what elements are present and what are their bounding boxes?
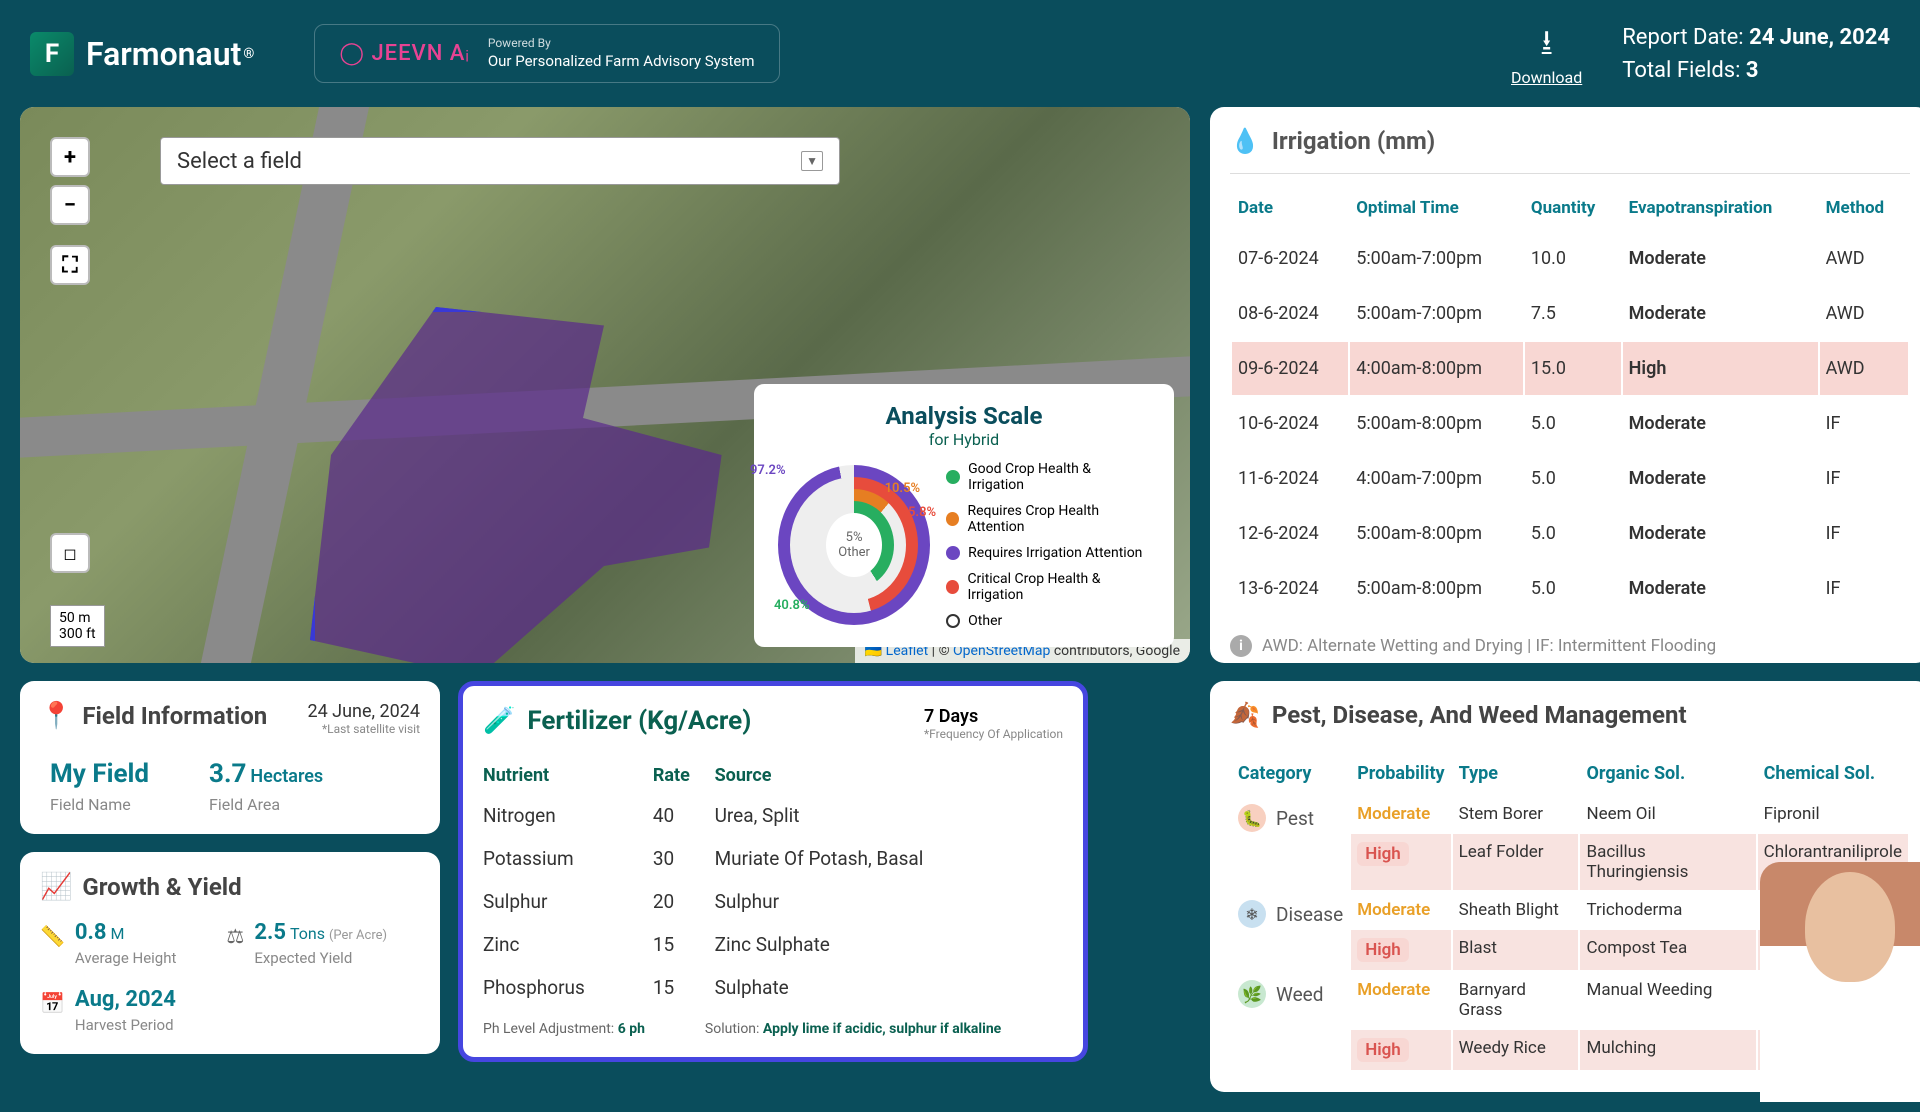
legend-item: Good Crop Health & Irrigation <box>946 461 1150 493</box>
table-row: 13-6-20245:00am-8:00pm5.0ModerateIF <box>1232 562 1908 615</box>
measure-button[interactable]: ◻ <box>50 533 90 573</box>
legend-title: Analysis Scale <box>778 402 1150 430</box>
table-row: 11-6-20244:00am-7:00pm5.0ModerateIF <box>1232 452 1908 505</box>
growth-icon: 📈 <box>40 872 72 902</box>
logo-icon: F <box>30 32 74 76</box>
legend-item: Critical Crop Health & Irrigation <box>946 571 1150 603</box>
table-row: Phosphorus15Sulphate <box>483 966 1063 1009</box>
app-logo: F Farmonaut® <box>30 32 254 76</box>
table-row: 08-6-20245:00am-7:00pm7.5ModerateAWD <box>1232 287 1908 340</box>
fertilizer-card: 🧪Fertilizer (Kg/Acre) 7 Days *Frequency … <box>458 681 1088 1062</box>
report-info: Report Date: 24 June, 2024 Total Fields:… <box>1622 21 1890 87</box>
table-row: Potassium30Muriate Of Potash, Basal <box>483 837 1063 880</box>
irrigation-icon: 💧 <box>1230 127 1260 155</box>
tagline: Our Personalized Farm Advisory System <box>488 51 755 72</box>
location-icon: 📍 <box>40 701 72 731</box>
map-panel[interactable]: + − ⛶ Select a field ◻ 50 m300 ft 🇺🇦 Lea… <box>20 107 1190 663</box>
jeevn-logo: ◯ JEEVN Aᵢ <box>339 40 470 66</box>
scale-indicator: 50 m300 ft <box>50 605 105 647</box>
fullscreen-button[interactable]: ⛶ <box>50 245 90 285</box>
table-row: 07-6-20245:00am-7:00pm10.0ModerateAWD <box>1232 232 1908 285</box>
flask-icon: 🧪 <box>483 706 515 736</box>
legend-item: Other <box>946 613 1150 629</box>
irrigation-table: Date Optimal Time Quantity Evapotranspir… <box>1230 184 1910 617</box>
table-row: Sulphur20Sulphur <box>483 880 1063 923</box>
yield-icon: ⚖ <box>226 924 244 948</box>
table-row: 12-6-20245:00am-8:00pm5.0ModerateIF <box>1232 507 1908 560</box>
assistant-avatar[interactable] <box>1760 862 1920 1102</box>
zoom-out-button[interactable]: − <box>50 185 90 225</box>
legend-item: Requires Irrigation Attention <box>946 545 1150 561</box>
irrigation-card: 💧Irrigation (mm) Date Optimal Time Quant… <box>1210 107 1920 663</box>
info-icon: i <box>1230 635 1252 657</box>
field-area: 3.7 <box>209 759 246 789</box>
fertilizer-frequency: 7 Days <box>924 706 1063 727</box>
calendar-icon: 📅 <box>40 991 65 1015</box>
pest-management-card: 🍂Pest, Disease, And Weed Management Cate… <box>1210 681 1920 1092</box>
field-info-card: 📍Field Information 24 June, 2024 *Last s… <box>20 681 440 834</box>
fertilizer-table: Nutrient Rate Source Nitrogen40Urea, Spl… <box>483 757 1063 1009</box>
analysis-scale-legend: Analysis Scale for Hybrid 5%Other 97.2% … <box>754 384 1174 647</box>
download-button[interactable]: ⭳ Download <box>1511 20 1582 87</box>
leaf-icon: 🍂 <box>1230 701 1260 729</box>
analysis-donut-chart: 5%Other 97.2% 10.5% 45.8% 40.8% <box>778 465 930 625</box>
zoom-in-button[interactable]: + <box>50 137 90 177</box>
download-icon: ⭳ <box>1542 20 1552 68</box>
field-name: My Field <box>50 759 149 789</box>
height-icon: 📏 <box>40 924 65 948</box>
powered-by-label: Powered By <box>488 35 755 52</box>
legend-item: Requires Crop Health Attention <box>946 503 1150 535</box>
growth-yield-card: 📈Growth & Yield 📏 0.8M Average Height ⚖ <box>20 852 440 1054</box>
irrigation-footer: AWD: Alternate Wetting and Drying | IF: … <box>1262 636 1716 656</box>
satellite-date: 24 June, 2024 <box>307 701 420 722</box>
field-selector[interactable]: Select a field <box>160 137 840 185</box>
table-row: Nitrogen40Urea, Split <box>483 794 1063 837</box>
table-row: 09-6-20244:00am-8:00pm15.0HighAWD <box>1232 342 1908 395</box>
legend-subtitle: for Hybrid <box>778 430 1150 449</box>
jeevn-box: ◯ JEEVN Aᵢ Powered By Our Personalized F… <box>314 24 779 84</box>
table-row: 🐛PestModerateStem BorerNeem OilFipronil <box>1232 796 1908 832</box>
table-row: Zinc15Zinc Sulphate <box>483 923 1063 966</box>
table-row: 10-6-20245:00am-8:00pm5.0ModerateIF <box>1232 397 1908 450</box>
